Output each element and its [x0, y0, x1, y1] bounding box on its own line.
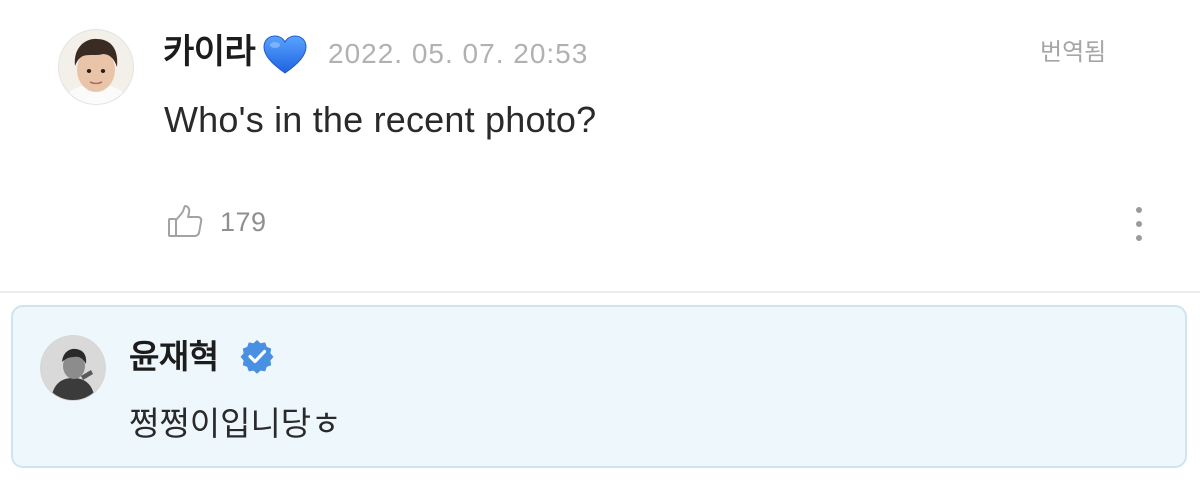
- section-divider: [0, 291, 1200, 293]
- artist-portrait-image: [41, 336, 105, 400]
- like-button[interactable]: 179: [164, 200, 284, 244]
- translated-label[interactable]: 번역됨: [1040, 38, 1106, 68]
- more-options-button[interactable]: [1124, 204, 1154, 244]
- blue-heart-icon: [263, 35, 307, 74]
- child-portrait-image: [59, 30, 133, 104]
- comment-timestamp: 2022. 05. 07. 20:53: [328, 38, 589, 69]
- artist-reply: 윤재혁 쩡쩡이입니당ㅎ: [11, 305, 1187, 468]
- more-vertical-icon-dot: [1136, 235, 1142, 241]
- commenter-avatar[interactable]: [59, 30, 133, 104]
- comment-text: Who's in the recent photo?: [164, 99, 597, 140]
- more-vertical-icon: [1136, 207, 1142, 213]
- thumbs-up-icon: [168, 205, 203, 237]
- commenter-username[interactable]: 카이라: [163, 32, 256, 72]
- reply-text: 쩡쩡이입니당ㅎ: [129, 405, 342, 442]
- bottom-spacer: [0, 470, 1200, 493]
- verified-badge-icon: [240, 340, 274, 374]
- replier-username[interactable]: 윤재혁: [129, 337, 219, 377]
- comment-item: 카이라 2022. 05. 07. 20:53 번역됨 Who's in the…: [0, 0, 1200, 292]
- like-count: 179: [220, 207, 267, 237]
- more-vertical-icon-dot: [1136, 221, 1142, 227]
- replier-avatar[interactable]: [41, 336, 105, 400]
